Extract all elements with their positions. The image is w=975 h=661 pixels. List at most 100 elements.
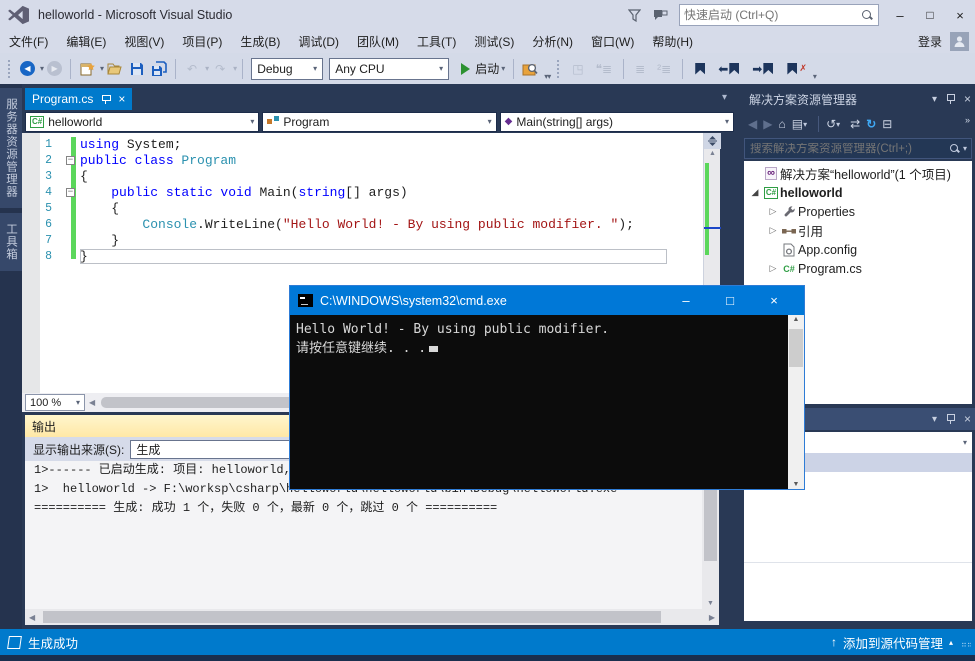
quick-launch-input[interactable]: [680, 8, 861, 22]
switch-views-icon[interactable]: ▤▾: [790, 117, 813, 131]
solution-search-input[interactable]: [745, 143, 949, 155]
close-panel-icon[interactable]: ×: [964, 92, 971, 106]
toolbar-grip[interactable]: [8, 60, 13, 78]
window-position-dropdown[interactable]: ▾: [932, 94, 937, 105]
document-list-dropdown[interactable]: ▾: [722, 92, 727, 103]
new-project-button[interactable]: [77, 57, 97, 81]
pin-icon[interactable]: [946, 413, 955, 425]
scroll-left-arrow[interactable]: ◀: [89, 398, 95, 407]
menu-item-9[interactable]: 测试(S): [465, 30, 523, 53]
menu-item-4[interactable]: 项目(P): [173, 30, 231, 53]
menu-item-6[interactable]: 调试(D): [289, 30, 348, 53]
feedback-filter-icon[interactable]: [621, 3, 647, 27]
menu-item-1[interactable]: 文件(F): [0, 30, 57, 53]
new-project-dropdown[interactable]: ▾: [100, 64, 104, 73]
sync-with-active-document-icon[interactable]: ⇄: [848, 117, 862, 131]
collapsed-arrow-icon[interactable]: ▷: [766, 225, 780, 236]
project-dropdown[interactable]: C# helloworld▾: [25, 112, 259, 132]
minimize-button[interactable]: –: [885, 1, 915, 29]
sign-in-link[interactable]: 登录: [918, 33, 942, 50]
maximize-button[interactable]: □: [915, 1, 945, 29]
dock-tab-1[interactable]: 服务器资源管理器: [0, 88, 22, 208]
title-bar[interactable]: helloworld - Microsoft Visual Studio – □…: [0, 0, 975, 30]
pending-changes-filter-icon[interactable]: ↺▾: [824, 117, 846, 131]
dock-tab-2[interactable]: 工具箱: [0, 213, 22, 271]
close-button[interactable]: ×: [945, 1, 975, 29]
resize-grip[interactable]: ⠿⠿: [961, 642, 971, 652]
scroll-down-arrow[interactable]: ▼: [788, 481, 804, 488]
save-button[interactable]: [127, 57, 147, 81]
home-icon[interactable]: ⌂: [776, 117, 787, 131]
toolbar-overflow[interactable]: »: [965, 115, 970, 125]
navigate-back-dropdown[interactable]: ▾: [40, 64, 44, 73]
menu-item-8[interactable]: 工具(T): [408, 30, 465, 53]
previous-bookmark-button[interactable]: ⬅: [713, 57, 745, 81]
tree-item-3[interactable]: ▷Properties: [744, 202, 972, 221]
collapsed-arrow-icon[interactable]: ▷: [766, 263, 780, 274]
scroll-up-arrow[interactable]: ▲: [704, 150, 721, 157]
solution-configuration-combo[interactable]: Debug▾: [251, 58, 323, 80]
collapsed-arrow-icon[interactable]: ▷: [766, 206, 780, 217]
cmd-maximize-button[interactable]: □: [708, 286, 752, 315]
scroll-right-arrow[interactable]: ▶: [709, 613, 715, 622]
menu-item-10[interactable]: 分析(N): [523, 30, 582, 53]
navigate-forward-button[interactable]: ▶: [45, 57, 64, 81]
redo-dropdown[interactable]: ▾: [233, 64, 237, 73]
undo-button[interactable]: ↶: [182, 57, 202, 81]
scroll-left-arrow[interactable]: ◀: [29, 613, 35, 622]
menu-item-2[interactable]: 编辑(E): [57, 30, 115, 53]
tree-item-5[interactable]: App.config: [744, 240, 972, 259]
scrollbar-thumb[interactable]: [789, 329, 803, 367]
solution-search-box[interactable]: ▾: [744, 138, 972, 159]
collapse-icon[interactable]: −: [66, 156, 75, 165]
quick-launch-search[interactable]: [679, 4, 879, 26]
user-avatar[interactable]: [950, 32, 969, 51]
cmd-title-bar[interactable]: C:\WINDOWS\system32\cmd.exe – □ ×: [290, 286, 804, 315]
tree-item-1[interactable]: ∞解决方案“helloworld”(1 个项目): [744, 164, 972, 183]
save-all-button[interactable]: [149, 57, 169, 81]
expanded-arrow-icon[interactable]: ◢: [748, 187, 762, 198]
output-horizontal-scrollbar[interactable]: ◀ ▶: [25, 609, 719, 625]
tree-item-2[interactable]: ◢C#helloworld: [744, 183, 972, 202]
split-window-handle[interactable]: [704, 133, 721, 149]
comment-button[interactable]: ❝≣: [591, 57, 618, 81]
menu-item-7[interactable]: 团队(M): [348, 30, 408, 53]
next-bookmark-button[interactable]: ➡: [747, 57, 779, 81]
refresh-icon[interactable]: ↻: [864, 117, 878, 131]
menu-item-12[interactable]: 帮助(H): [643, 30, 702, 53]
forward-icon[interactable]: ▶: [761, 117, 774, 131]
scroll-up-arrow[interactable]: ▲: [788, 316, 804, 323]
pin-icon[interactable]: [946, 93, 955, 105]
back-icon[interactable]: ◀: [746, 117, 759, 131]
redo-button[interactable]: ↷: [210, 57, 230, 81]
collapse-icon[interactable]: −: [66, 188, 75, 197]
zoom-level-combo[interactable]: 100 %▾: [25, 394, 85, 411]
fold-margin[interactable]: −: [66, 187, 80, 197]
menu-item-3[interactable]: 视图(V): [115, 30, 173, 53]
member-dropdown[interactable]: ◆ Main(string[] args)▾: [500, 112, 734, 132]
add-to-source-control-button[interactable]: ↑ 添加到源代码管理 ▴: [831, 633, 953, 652]
cmd-close-button[interactable]: ×: [752, 286, 796, 315]
collapse-all-icon[interactable]: ⊟: [880, 117, 894, 131]
increase-indent-button[interactable]: ²≣: [652, 57, 676, 81]
solution-explorer-header[interactable]: 解决方案资源管理器 ▾ ×: [741, 88, 975, 110]
cmd-minimize-button[interactable]: –: [664, 286, 708, 315]
solution-platform-combo[interactable]: Any CPU▾: [329, 58, 449, 80]
menu-item-5[interactable]: 生成(B): [231, 30, 289, 53]
cmd-scrollbar[interactable]: ▲ ▼: [788, 315, 804, 489]
find-in-files-button[interactable]: [520, 57, 540, 81]
tree-item-4[interactable]: ▷引用: [744, 221, 972, 240]
cmd-console-window[interactable]: C:\WINDOWS\system32\cmd.exe – □ × Hello …: [289, 285, 805, 490]
toggle-bookmark-button[interactable]: [689, 57, 711, 81]
undo-dropdown[interactable]: ▾: [205, 64, 209, 73]
fold-margin[interactable]: −: [66, 155, 80, 165]
search-options-dropdown[interactable]: ▾: [963, 144, 967, 153]
scroll-down-arrow[interactable]: ▼: [702, 600, 719, 607]
open-file-button[interactable]: [105, 57, 125, 81]
toolbar-overflow[interactable]: ▾▾: [544, 72, 550, 84]
tab-program-cs[interactable]: Program.cs ×: [25, 88, 132, 110]
tree-item-6[interactable]: ▷C#Program.cs: [744, 259, 972, 278]
close-panel-icon[interactable]: ×: [964, 412, 971, 426]
toolbar-overflow[interactable]: ▾: [813, 72, 816, 84]
window-position-dropdown[interactable]: ▾: [932, 414, 937, 425]
